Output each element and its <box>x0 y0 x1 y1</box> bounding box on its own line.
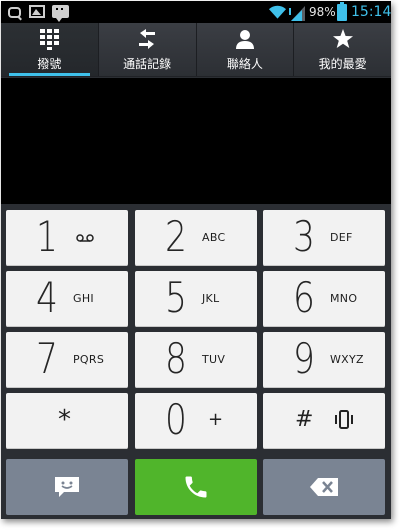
wifi-icon <box>268 5 287 19</box>
key-digit: 7 <box>36 334 58 383</box>
battery-percent: 98% <box>309 5 336 19</box>
key-letters: GHI <box>73 292 94 305</box>
key-letters: ABC <box>202 231 226 244</box>
battery-icon <box>337 2 347 21</box>
key-3[interactable]: 3 DEF <box>263 210 385 266</box>
tab-contacts[interactable]: 聯絡人 <box>197 23 295 76</box>
call-button[interactable] <box>135 459 257 515</box>
key-digit: 0 <box>165 395 187 444</box>
key-1[interactable]: 1 <box>6 210 128 266</box>
key-7[interactable]: 7 PQRS <box>6 332 128 388</box>
key-digit: * <box>58 405 71 435</box>
message-icon <box>55 477 79 497</box>
key-digit: 5 <box>165 273 187 322</box>
tab-favorites[interactable]: 我的最愛 <box>294 23 391 76</box>
contact-icon <box>235 30 254 49</box>
status-bar: 98% 15:14 <box>1 1 391 23</box>
image-icon <box>29 5 45 18</box>
number-display[interactable] <box>1 78 391 204</box>
key-6[interactable]: 6 MNO <box>263 271 385 327</box>
key-digit: 4 <box>36 273 58 322</box>
messenger-icon <box>52 5 69 22</box>
tab-label: 我的最愛 <box>318 57 367 71</box>
signal-icon <box>289 6 305 21</box>
tab-bar: 撥號 通話記錄 聯絡人 我的最愛 <box>1 23 391 77</box>
vibrate-icon <box>335 410 353 429</box>
clock: 15:14 <box>351 4 391 20</box>
key-letters: MNO <box>330 292 358 305</box>
key-8[interactable]: 8 TUV <box>135 332 257 388</box>
key-0[interactable]: 0 + <box>135 393 257 449</box>
key-9[interactable]: 9 WXYZ <box>263 332 385 388</box>
backspace-icon <box>310 478 338 496</box>
key-digit: 2 <box>165 212 187 261</box>
key-letters: TUV <box>202 353 226 366</box>
tab-dialer[interactable]: 撥號 <box>1 23 99 76</box>
key-letters: + <box>208 409 224 430</box>
call-log-icon <box>139 29 156 49</box>
voicemail-icon <box>76 234 94 242</box>
key-5[interactable]: 5 JKL <box>135 271 257 327</box>
key-2[interactable]: 2 ABC <box>135 210 257 266</box>
key-digit: 8 <box>165 334 187 383</box>
message-button[interactable] <box>6 459 128 515</box>
key-digit: 1 <box>36 212 58 261</box>
tab-call-log[interactable]: 通話記錄 <box>99 23 197 76</box>
key-digit: # <box>295 407 314 432</box>
backspace-button[interactable] <box>263 459 385 515</box>
dialpad-icon <box>40 29 60 50</box>
active-tab-indicator <box>9 73 90 76</box>
key-digit: 9 <box>293 334 315 383</box>
key-letters: PQRS <box>73 353 105 366</box>
key-letters: DEF <box>330 231 353 244</box>
key-4[interactable]: 4 GHI <box>6 271 128 327</box>
tab-label: 聯絡人 <box>226 57 263 71</box>
key-star[interactable]: * <box>6 393 128 449</box>
tab-label: 撥號 <box>37 57 62 71</box>
key-hash[interactable]: # <box>263 393 385 449</box>
search-icon <box>8 7 21 18</box>
key-letters: WXYZ <box>330 353 364 366</box>
star-icon <box>332 29 353 48</box>
dialer-window: 98% 15:14 撥號 通話記錄 聯絡人 我的最愛 1 2 ABC 3 DEF… <box>1 1 391 519</box>
key-digit: 6 <box>293 273 315 322</box>
tab-label: 通話記錄 <box>123 57 172 71</box>
phone-icon <box>185 476 207 498</box>
key-digit: 3 <box>293 212 315 261</box>
key-letters: JKL <box>202 292 220 305</box>
